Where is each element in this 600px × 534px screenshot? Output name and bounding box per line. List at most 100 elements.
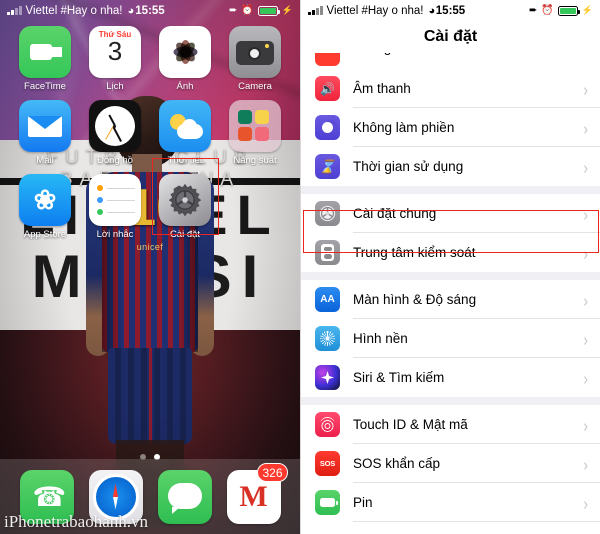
fingerprint-icon <box>315 412 340 437</box>
app-camera[interactable]: Camera <box>224 26 286 92</box>
settings-row-label: Pin <box>353 495 373 510</box>
gear-glyph <box>319 205 336 222</box>
status-bar-settings: Viettel #Hay o nha! ◕ 15:55 ➨ ⏰ ⚡ <box>301 0 600 21</box>
location-arrow-icon: ➨ <box>528 5 538 16</box>
dock-item-messages[interactable] <box>157 469 212 524</box>
group-separator <box>301 272 600 280</box>
settings-row-notifications-partial[interactable]: Thông báo <box>301 53 600 69</box>
chevron-right-icon: › <box>583 367 588 388</box>
settings-row-label: Cài đặt chung <box>353 206 437 221</box>
app-row-3: ❀ App Store Lời nhắc Cài đặt <box>10 174 290 240</box>
app-label: Ảnh <box>176 81 194 92</box>
settings-app-highlight-box <box>152 158 219 235</box>
settings-row-label: Màn hình & Độ sáng <box>353 292 477 307</box>
group-separator <box>301 397 600 405</box>
ios-settings-screen: Viettel #Hay o nha! ◕ 15:55 ➨ ⏰ ⚡ Cài đặ… <box>300 0 600 534</box>
siri-icon <box>315 365 340 390</box>
settings-row-label: Thời gian sử dụng <box>353 159 464 174</box>
app-row-2: Mail Đồng hồ Thời tiết Năng suất <box>10 100 290 166</box>
app-label: Lịch <box>106 81 124 92</box>
status-bar-home: Viettel #Hay o nha! ◕ 15:55 ➨ ⏰ ⚡ <box>0 0 300 21</box>
dual-screenshot: FUTBOL CLUB BARCELONA LIONEL MESSI 10 un… <box>0 0 600 534</box>
control-center-icon <box>315 240 340 265</box>
settings-row-siri-search[interactable]: Siri & Tìm kiếm › <box>301 358 600 397</box>
iphone-home-screen: FUTBOL CLUB BARCELONA LIONEL MESSI 10 un… <box>0 0 300 534</box>
battery-icon <box>557 5 580 16</box>
facetime-icon <box>19 26 71 78</box>
app-label: Camera <box>238 81 272 92</box>
chevron-right-icon: › <box>583 117 588 138</box>
settings-row-sounds[interactable]: 🔊 Âm thanh › <box>301 69 600 108</box>
hourglass-icon: ⌛ <box>315 154 340 179</box>
camera-icon <box>229 26 281 78</box>
settings-row-control-center[interactable]: Trung tâm kiểm soát › <box>301 233 600 272</box>
chevron-right-icon: › <box>583 328 588 349</box>
settings-row-touch-id-passcode[interactable]: Touch ID & Mật mã › <box>301 405 600 444</box>
app-photos[interactable]: Ảnh <box>154 26 216 92</box>
settings-row-label: Âm thanh <box>353 81 411 96</box>
app-row-1: FaceTime Thứ Sáu 3 Lịch Ảnh Camera <box>10 26 290 92</box>
app-clock[interactable]: Đồng hồ <box>84 100 146 166</box>
mail-icon <box>19 100 71 152</box>
wallpaper-icon <box>315 326 340 351</box>
settings-row-display-brightness[interactable]: AA Màn hình & Độ sáng › <box>301 280 600 319</box>
reminders-icon <box>89 174 141 226</box>
location-arrow-icon: ➨ <box>228 5 238 16</box>
calendar-day-number: 3 <box>107 36 123 66</box>
app-label: Lời nhắc <box>96 229 134 240</box>
page-title: Cài đặt <box>423 28 478 45</box>
chevron-right-icon: › <box>583 203 588 224</box>
chevron-right-icon: › <box>583 492 588 513</box>
app-weather[interactable]: Thời tiết <box>154 100 216 166</box>
settings-row-label: Siri & Tìm kiếm <box>353 370 445 385</box>
settings-list: Thông báo 🔊 Âm thanh › Không làm phiền ›… <box>301 53 600 522</box>
app-grid: FaceTime Thứ Sáu 3 Lịch Ảnh Camera Mail … <box>0 22 300 248</box>
app-label: App Store <box>23 229 67 240</box>
messages-bubble-icon <box>157 469 212 524</box>
chevron-right-icon: › <box>583 156 588 177</box>
settings-row-wallpaper[interactable]: Hình nền › <box>301 319 600 358</box>
app-mail[interactable]: Mail <box>14 100 76 166</box>
settings-row-do-not-disturb[interactable]: Không làm phiền › <box>301 108 600 147</box>
sos-icon: SOS <box>315 451 340 476</box>
settings-row-label: Thông báo <box>353 53 418 55</box>
settings-row-label: SOS khẩn cấp <box>353 456 441 471</box>
chevron-right-icon: › <box>583 242 588 263</box>
app-calendar[interactable]: Thứ Sáu 3 Lịch <box>84 26 146 92</box>
app-reminders[interactable]: Lời nhắc <box>84 174 146 240</box>
lightning-bolt-icon: ⚡ <box>581 5 593 15</box>
app-facetime[interactable]: FaceTime <box>14 26 76 92</box>
weather-icon <box>159 100 211 152</box>
nav-bar: Cài đặt <box>301 21 600 53</box>
settings-row-general[interactable]: Cài đặt chung › <box>301 194 600 233</box>
alarm-clock-icon: ⏰ <box>241 5 254 16</box>
settings-row-emergency-sos[interactable]: SOS SOS khẩn cấp › <box>301 444 600 483</box>
settings-row-battery[interactable]: Pin › <box>301 483 600 522</box>
speaker-icon: 🔊 <box>315 76 340 101</box>
app-app-store[interactable]: ❀ App Store <box>14 174 76 240</box>
settings-row-label: Trung tâm kiểm soát <box>353 245 476 260</box>
app-label: Mail <box>36 155 54 166</box>
app-folder-productivity[interactable]: Năng suất <box>224 100 286 166</box>
gmail-badge-count: 326 <box>257 462 288 482</box>
app-label: FaceTime <box>24 81 66 92</box>
settings-row-label: Hình nền <box>353 331 408 346</box>
chevron-right-icon: › <box>583 289 588 310</box>
calendar-icon: Thứ Sáu 3 <box>89 26 141 78</box>
folder-icon <box>229 100 281 152</box>
gear-icon <box>315 201 340 226</box>
site-watermark: iPhonetrabaohanh.vn <box>4 512 148 531</box>
group-separator <box>301 186 600 194</box>
battery-icon <box>257 5 280 16</box>
photos-icon <box>159 26 211 78</box>
display-brightness-icon: AA <box>315 287 340 312</box>
settings-row-label: Touch ID & Mật mã <box>353 417 468 432</box>
app-label: Đồng hồ <box>97 155 133 166</box>
notifications-icon <box>315 53 340 66</box>
settings-row-screen-time[interactable]: ⌛ Thời gian sử dụng › <box>301 147 600 186</box>
app-slot-empty <box>224 174 286 240</box>
alarm-clock-icon: ⏰ <box>541 5 554 16</box>
dock-item-gmail[interactable]: M 326 <box>226 462 288 524</box>
app-store-icon: ❀ <box>19 174 71 226</box>
chevron-right-icon: › <box>583 78 588 99</box>
